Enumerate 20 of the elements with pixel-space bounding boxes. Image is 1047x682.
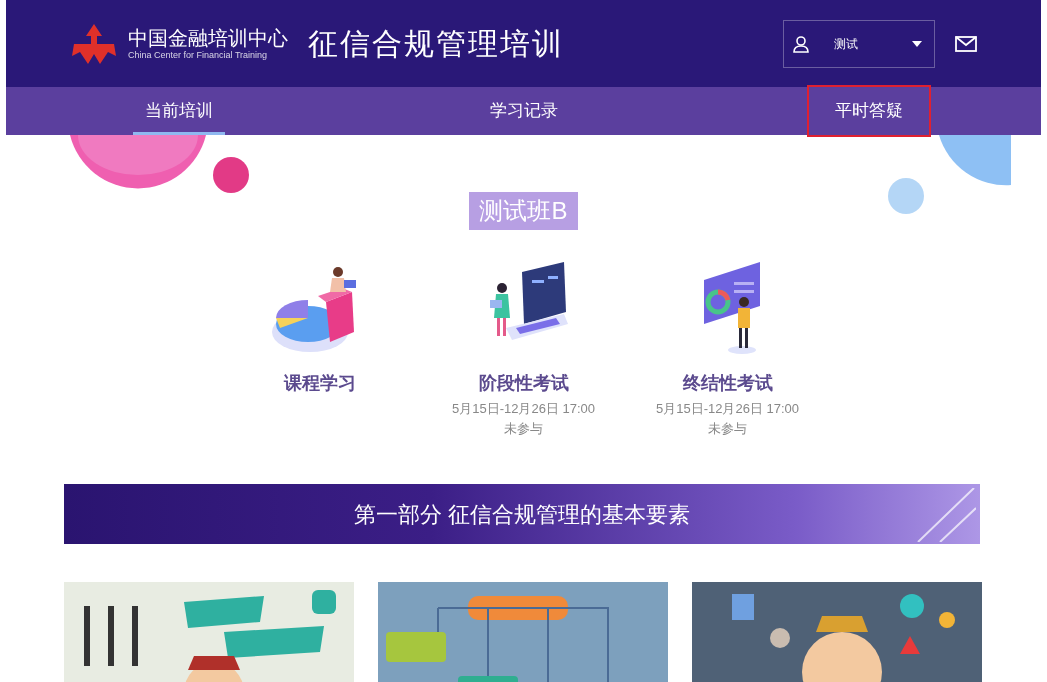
stripe-icon	[916, 488, 976, 542]
exam-period: 5月15日-12月26日 17:00	[655, 400, 800, 418]
nav-tab[interactable]: 当前培训	[118, 87, 239, 135]
nav-tab[interactable]: 学习记录	[463, 87, 584, 135]
org-name: 中国金融培训中心	[128, 26, 288, 50]
exam-status: 未参与	[504, 419, 543, 438]
exam-period: 5月15日-12月26日 17:00	[451, 400, 596, 418]
site-title: 征信合规管理培训	[308, 26, 564, 62]
org-name-english: China Center for Financial Training	[128, 50, 269, 61]
section-title: 第一部分 征信合规管理的基本要素	[353, 500, 691, 529]
nav-tab[interactable]: 平时答疑	[808, 87, 929, 135]
module-title[interactable]: 终结性考试	[682, 370, 773, 397]
caret-icon	[912, 40, 922, 47]
user-icon	[792, 34, 810, 53]
module-title[interactable]: 阶段性考试	[478, 370, 569, 397]
class-name-badge: 测试班B	[469, 192, 578, 230]
mail-icon[interactable]	[955, 35, 977, 52]
exam-status: 未参与	[708, 419, 747, 438]
user-menu[interactable]: 测试	[783, 19, 935, 68]
module-title[interactable]: 课程学习	[283, 370, 356, 397]
